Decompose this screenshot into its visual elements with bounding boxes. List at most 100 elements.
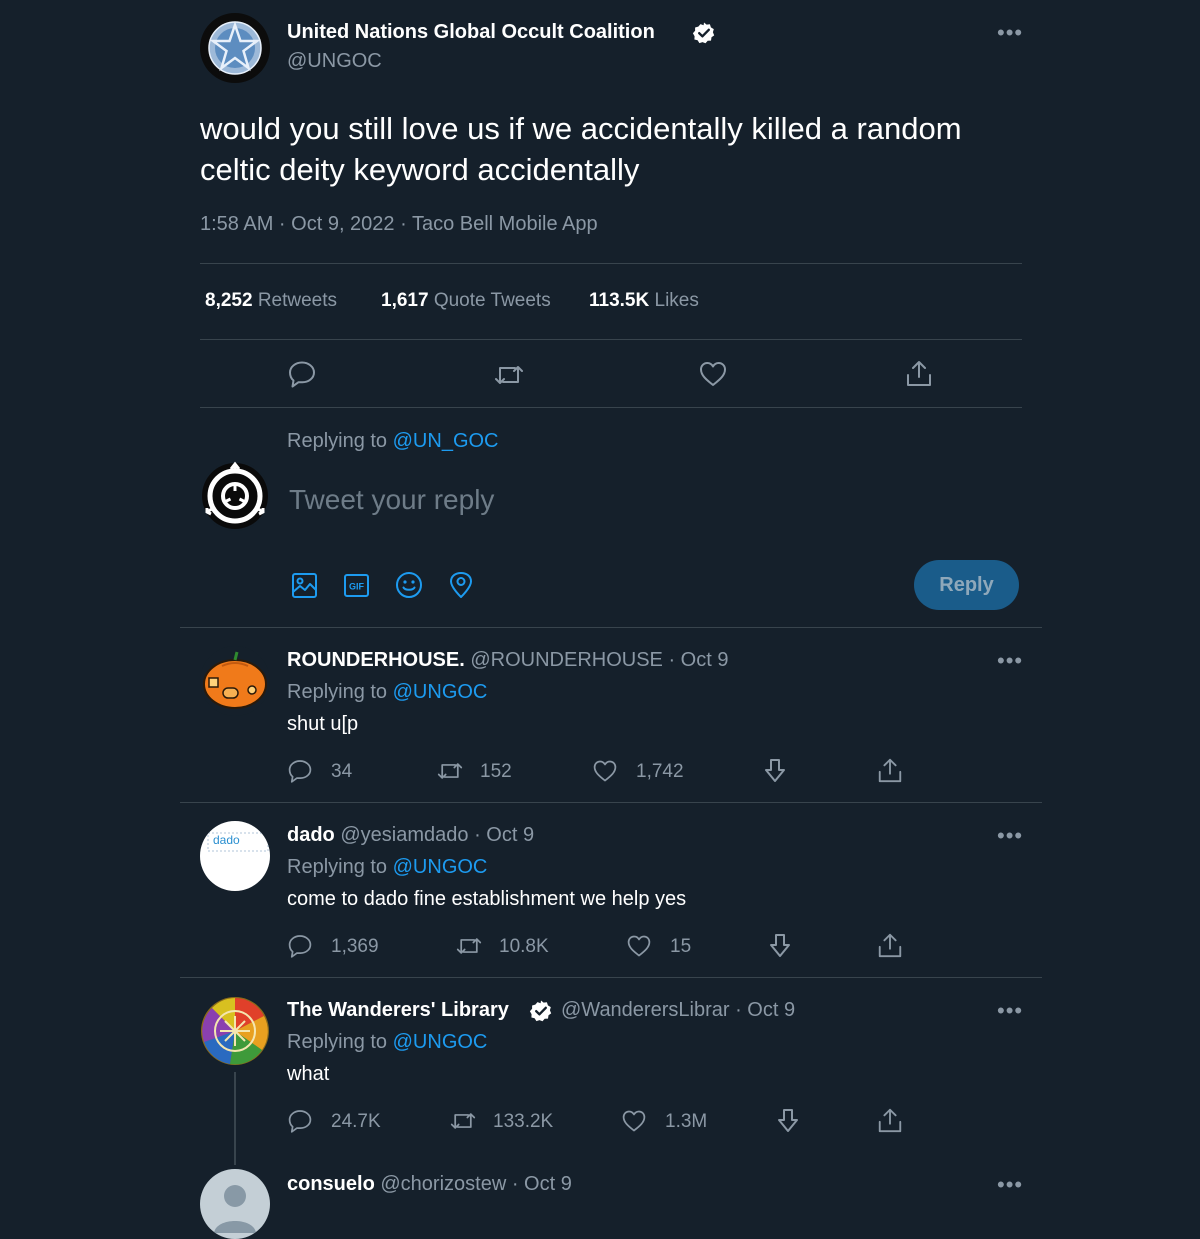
svg-text:GIF: GIF xyxy=(349,582,365,592)
main-more-icon[interactable]: ••• xyxy=(997,22,1023,44)
divider xyxy=(180,802,1042,803)
verified-badge-icon xyxy=(529,999,553,1023)
stats-row: 8,252 Retweets xyxy=(205,290,337,312)
downvote-arrow-icon xyxy=(778,1109,798,1132)
verified-badge-icon xyxy=(692,21,716,45)
divider xyxy=(180,627,1042,628)
main-like-button[interactable] xyxy=(698,359,728,389)
main-tweet-meta[interactable]: 1:58 AM · Oct 9, 2022 · Taco Bell Mobile… xyxy=(200,213,598,236)
main-tweet-text-line1: would you still love us if we accidental… xyxy=(200,111,962,146)
reply-2-reply-button[interactable] xyxy=(287,933,313,959)
wanderers-library-avatar[interactable] xyxy=(200,996,270,1066)
main-reply-button[interactable] xyxy=(287,359,317,389)
reply-1-share-button[interactable] xyxy=(876,756,904,784)
reply-icon xyxy=(289,361,315,388)
share-icon xyxy=(878,758,902,783)
retweet-icon xyxy=(495,366,523,384)
reply-2-reply-count: 1,369 xyxy=(331,936,379,957)
reply-2-handle[interactable]: @yesiamdado xyxy=(340,824,468,846)
thread-connector-line xyxy=(234,1072,236,1165)
reply-3-name[interactable]: The Wanderers' Library xyxy=(287,999,509,1021)
reply-3-downvote-button[interactable] xyxy=(775,1107,801,1135)
reply-1-header: ROUNDERHOUSE. @ROUNDERHOUSE · Oct 9 xyxy=(287,649,728,672)
reply-2-retweet-button[interactable] xyxy=(455,933,483,959)
reply-1-reply-button[interactable] xyxy=(287,758,313,784)
heart-icon xyxy=(622,1110,646,1132)
reply-2-share-button[interactable] xyxy=(876,931,904,959)
share-icon xyxy=(878,933,902,958)
downvote-arrow-icon xyxy=(765,759,785,782)
reply-4-handle[interactable]: @chorizostew xyxy=(380,1173,506,1195)
reply-1-downvote-button[interactable] xyxy=(762,757,788,785)
composer-replying-to: Replying to @UN_GOC xyxy=(287,430,499,452)
reply-3-reply-button[interactable] xyxy=(287,1108,313,1134)
location-button[interactable] xyxy=(448,571,474,599)
reply-3-like-count: 1.3M xyxy=(665,1111,708,1132)
reply-1-retweet-button[interactable] xyxy=(436,758,464,784)
dado-avatar[interactable]: dado xyxy=(200,821,270,891)
reply-submit-button[interactable]: Reply xyxy=(914,560,1019,610)
reply-3-handle[interactable]: @WanderersLibrar xyxy=(561,999,730,1021)
stat-retweets[interactable]: 8,252 Retweets xyxy=(205,290,337,311)
reply-1-like-button[interactable] xyxy=(592,758,618,784)
main-author-name[interactable]: United Nations Global Occult Coalition xyxy=(287,21,655,43)
retweet-icon xyxy=(456,938,482,954)
reply-3-retweet-count: 133.2K xyxy=(493,1111,554,1132)
stat-likes[interactable]: 113.5K Likes xyxy=(589,290,699,312)
stat-quote-tweets[interactable]: 1,617 Quote Tweets xyxy=(381,290,551,312)
composer-replying-handle[interactable]: @UN_GOC xyxy=(393,430,499,452)
main-author-handle[interactable]: @UNGOC xyxy=(287,50,382,73)
rounderhouse-avatar[interactable] xyxy=(200,646,270,716)
dado-logo-icon xyxy=(207,832,269,852)
media-button[interactable] xyxy=(291,572,318,599)
reply-2-date[interactable]: · Oct 9 xyxy=(474,824,534,846)
reply-4-header: consuelo @chorizostew · Oct 9 xyxy=(287,1173,572,1196)
reply-3-meta-row: @WanderersLibrar · Oct 9 xyxy=(561,999,795,1022)
user-avatar[interactable] xyxy=(200,461,270,531)
reply-3-like-button[interactable] xyxy=(621,1108,647,1134)
main-tweet-text: would you still love us if we accidental… xyxy=(200,108,962,190)
reply-3-more-icon[interactable]: ••• xyxy=(997,1000,1023,1022)
reply-4-name[interactable]: consuelo xyxy=(287,1173,375,1195)
downvote-arrow-icon xyxy=(770,934,790,957)
gif-icon: GIF xyxy=(344,574,369,597)
reply-2-header: dado @yesiamdado · Oct 9 xyxy=(287,824,534,847)
tweet-reply-input[interactable]: Tweet your reply xyxy=(289,484,494,516)
divider xyxy=(200,407,1022,408)
reply-1-reply-count: 34 xyxy=(331,761,353,782)
wanderers-library-emblem-icon xyxy=(201,997,269,1065)
reply-1-name[interactable]: ROUNDERHOUSE. xyxy=(287,649,465,671)
reply-3-name-row: The Wanderers' Library xyxy=(287,999,509,1022)
reply-2-more-icon[interactable]: ••• xyxy=(997,825,1023,847)
reply-1-replying-to: Replying to @UNGOC xyxy=(287,681,488,703)
reply-4-date[interactable]: · Oct 9 xyxy=(512,1173,572,1195)
reply-2-name[interactable]: dado xyxy=(287,824,335,846)
heart-icon xyxy=(593,760,617,782)
reply-1-more-icon[interactable]: ••• xyxy=(997,650,1023,672)
main-share-button[interactable] xyxy=(904,358,934,388)
reply-3-replying-to: Replying to @UNGOC xyxy=(287,1031,488,1053)
reply-2-like-button[interactable] xyxy=(626,933,652,959)
share-icon xyxy=(907,361,931,386)
image-icon xyxy=(292,573,317,598)
reply-1-handle[interactable]: @ROUNDERHOUSE xyxy=(470,649,663,671)
gif-button[interactable]: GIF xyxy=(343,572,370,599)
emoji-icon xyxy=(396,572,422,598)
reply-1-retweet-count: 152 xyxy=(480,761,512,782)
reply-2-downvote-button[interactable] xyxy=(767,932,793,960)
reply-2-text: come to dado fine establishment we help … xyxy=(287,888,687,910)
retweet-icon xyxy=(450,1113,476,1129)
pumpkin-house-icon xyxy=(203,651,267,709)
emoji-button[interactable] xyxy=(395,571,423,599)
reply-4-more-icon[interactable]: ••• xyxy=(997,1174,1023,1196)
default-profile-icon xyxy=(214,1185,256,1233)
reply-3-share-button[interactable] xyxy=(876,1106,904,1134)
ungoc-avatar[interactable] xyxy=(200,13,270,83)
reply-1-date[interactable]: · Oct 9 xyxy=(668,649,728,671)
divider xyxy=(180,977,1042,978)
reply-3-retweet-button[interactable] xyxy=(449,1108,477,1134)
reply-3-date[interactable]: · Oct 9 xyxy=(735,999,795,1021)
consuelo-avatar[interactable] xyxy=(200,1169,270,1239)
main-retweet-button[interactable] xyxy=(493,360,525,390)
reply-1-like-count: 1,742 xyxy=(636,761,684,782)
